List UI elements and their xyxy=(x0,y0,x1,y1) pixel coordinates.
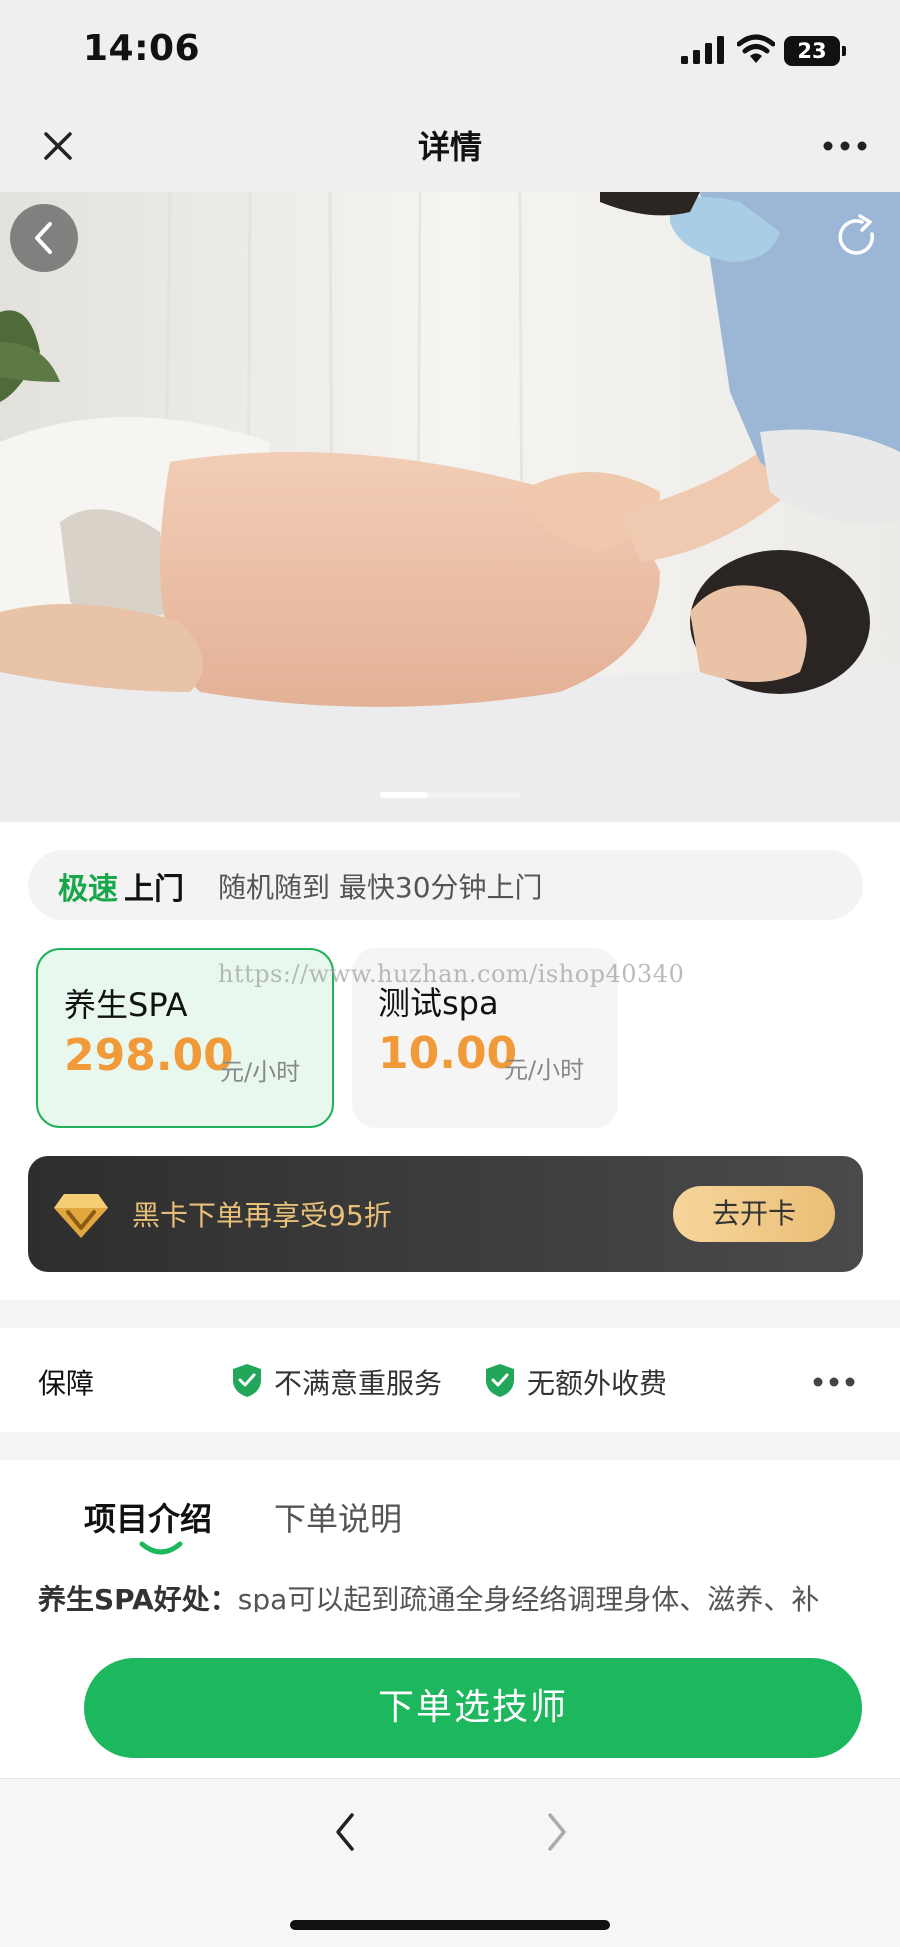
status-time: 14:06 xyxy=(83,28,201,69)
browser-toolbar xyxy=(0,1778,900,1947)
service-price-unit: 元/小时 xyxy=(504,1056,585,1084)
status-bar: 14:06 23 xyxy=(0,0,900,100)
guarantee-label: 保障 xyxy=(38,1367,95,1400)
more-dots-icon[interactable] xyxy=(812,1376,856,1388)
share-refresh-icon[interactable] xyxy=(832,212,882,262)
chevron-left-icon xyxy=(35,222,52,254)
service-price: 10.00 xyxy=(378,1028,518,1079)
choose-technician-button[interactable]: 下单选技师 xyxy=(84,1658,862,1758)
intro-label: 养生SPA好处： xyxy=(38,1583,238,1612)
battery-icon: 23 xyxy=(784,36,846,66)
hero-photo xyxy=(0,192,900,822)
express-description: 随机随到 最快30分钟上门 xyxy=(218,871,543,904)
diamond-icon xyxy=(54,1194,108,1238)
guarantee-item: 无额外收费 xyxy=(527,1367,668,1400)
carousel-indicator xyxy=(380,792,520,798)
hero-carousel[interactable] xyxy=(0,192,900,822)
bottom-action-bar: 下单选技师 xyxy=(0,1640,900,1778)
express-service-banner: 极速 上门 随机随到 最快30分钟上门 xyxy=(28,850,863,920)
tab-order-notes[interactable]: 下单说明 xyxy=(274,1494,402,1540)
tab-project-intro[interactable]: 项目介绍 xyxy=(84,1494,212,1540)
page: 14:06 23 详情 极速 上门 随机随到 最快30分钟上门 养生SPA 29… xyxy=(0,0,900,1947)
guarantee-row[interactable]: 保障 不满意重服务 无额外收费 xyxy=(0,1328,900,1432)
back-button[interactable] xyxy=(10,204,78,272)
shield-check-icon xyxy=(233,1364,261,1397)
chevron-left-icon[interactable] xyxy=(330,1809,360,1855)
detail-section: 项目介绍 下单说明 养生SPA好处：spa可以起到疏通全身经络调理身体、滋养、补 xyxy=(0,1460,900,1640)
wifi-icon xyxy=(737,34,775,63)
service-price: 298.00 xyxy=(64,1030,234,1081)
service-name: 养生SPA xyxy=(64,986,188,1024)
battery-level: 23 xyxy=(784,36,840,66)
cellular-signal-icon xyxy=(681,36,724,64)
service-price-unit: 元/小时 xyxy=(220,1058,301,1086)
shield-check-icon xyxy=(486,1364,514,1397)
express-label: 上门 xyxy=(124,872,184,907)
tab-active-indicator xyxy=(139,1541,183,1555)
battery-tip xyxy=(842,46,846,56)
intro-text: 养生SPA好处：spa可以起到疏通全身经络调理身体、滋养、补 xyxy=(38,1578,868,1612)
more-dots-icon[interactable] xyxy=(822,136,868,156)
page-title: 详情 xyxy=(417,128,482,166)
carousel-indicator-active xyxy=(380,792,428,798)
vip-discount-text: 黑卡下单再享受95折 xyxy=(132,1199,392,1232)
service-panel: 极速 上门 随机随到 最快30分钟上门 养生SPA 298.00 元/小时 测试… xyxy=(0,822,900,1300)
watermark: https://www.huzhan.com/ishop40340 xyxy=(218,960,685,988)
intro-body: spa可以起到疏通全身经络调理身体、滋养、补 xyxy=(237,1583,820,1612)
open-vip-card-button[interactable]: 去开卡 xyxy=(673,1186,835,1242)
nav-header: 详情 xyxy=(0,100,900,192)
vip-card-banner: 黑卡下单再享受95折 去开卡 xyxy=(28,1156,863,1272)
home-indicator xyxy=(290,1920,610,1930)
guarantee-item: 不满意重服务 xyxy=(274,1367,443,1400)
express-highlight: 极速 xyxy=(58,872,118,907)
chevron-right-icon[interactable] xyxy=(542,1809,572,1855)
